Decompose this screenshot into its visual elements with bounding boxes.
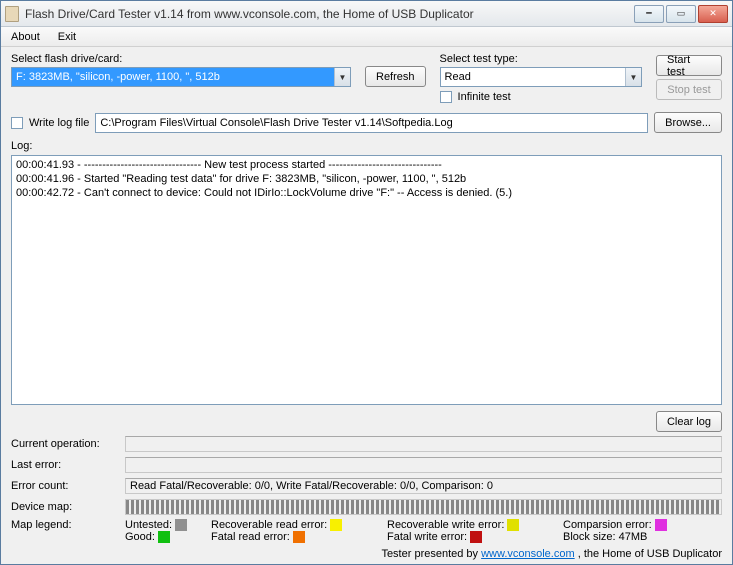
swatch-rec-read <box>330 519 342 531</box>
legend-label: Map legend: <box>11 519 121 531</box>
swatch-untested <box>175 519 187 531</box>
swatch-comparison <box>655 519 667 531</box>
drive-select-dropdown[interactable]: F: 3823MB, "silicon, -power, 1100, ", 51… <box>11 67 351 87</box>
stop-test-button: Stop test <box>656 79 722 100</box>
log-path-input[interactable]: C:\Program Files\Virtual Console\Flash D… <box>95 113 648 133</box>
chevron-down-icon: ▼ <box>625 68 641 86</box>
current-op-label: Current operation: <box>11 438 121 450</box>
drive-selected-value: F: 3823MB, "silicon, -power, 1100, ", 51… <box>12 68 334 86</box>
infinite-test-checkbox[interactable] <box>440 91 452 103</box>
test-type-value: Read <box>441 68 625 86</box>
swatch-fatal-write <box>470 531 482 543</box>
device-map <box>125 499 722 515</box>
maximize-button[interactable]: ▭ <box>666 5 696 23</box>
drive-select-label: Select flash drive/card: <box>11 53 351 65</box>
legend-untested-label: Untested: <box>125 519 172 531</box>
menu-about[interactable]: About <box>7 29 44 45</box>
refresh-button[interactable]: Refresh <box>365 66 426 87</box>
legend-comparison-label: Comparsion error: <box>563 519 652 531</box>
current-op-value <box>125 436 722 452</box>
footer: Tester presented by www.vconsole.com , t… <box>11 546 722 560</box>
legend-blocksize-value: 47MB <box>619 531 648 543</box>
legend-recread-label: Recoverable read error: <box>211 519 327 531</box>
swatch-fatal-read <box>293 531 305 543</box>
browse-button[interactable]: Browse... <box>654 112 722 133</box>
legend-fatalread-label: Fatal read error: <box>211 531 290 543</box>
footer-prefix: Tester presented by <box>381 548 481 560</box>
footer-suffix: , the Home of USB Duplicator <box>575 548 722 560</box>
window-title: Flash Drive/Card Tester v1.14 from www.v… <box>25 7 634 21</box>
close-button[interactable]: ✕ <box>698 5 728 23</box>
device-map-label: Device map: <box>11 501 121 513</box>
legend-good-label: Good: <box>125 531 155 543</box>
test-type-dropdown[interactable]: Read ▼ <box>440 67 642 87</box>
log-output[interactable]: 00:00:41.93 - --------------------------… <box>11 155 722 405</box>
error-count-value: Read Fatal/Recoverable: 0/0, Write Fatal… <box>125 478 722 494</box>
last-error-value <box>125 457 722 473</box>
menubar: About Exit <box>1 27 732 47</box>
footer-link[interactable]: www.vconsole.com <box>481 548 575 560</box>
write-log-checkbox[interactable] <box>11 117 23 129</box>
error-count-label: Error count: <box>11 480 121 492</box>
infinite-test-label: Infinite test <box>458 91 511 103</box>
titlebar[interactable]: Flash Drive/Card Tester v1.14 from www.v… <box>1 1 732 27</box>
legend-recwrite-label: Recoverable write error: <box>387 519 504 531</box>
write-log-label: Write log file <box>29 117 89 129</box>
legend-blocksize-label: Block size: <box>563 531 616 543</box>
minimize-button[interactable]: ━ <box>634 5 664 23</box>
swatch-rec-write <box>507 519 519 531</box>
swatch-good <box>158 531 170 543</box>
last-error-label: Last error: <box>11 459 121 471</box>
start-test-button[interactable]: Start test <box>656 55 722 76</box>
test-type-label: Select test type: <box>440 53 642 65</box>
menu-exit[interactable]: Exit <box>54 29 80 45</box>
app-icon <box>5 6 19 22</box>
clear-log-button[interactable]: Clear log <box>656 411 722 432</box>
chevron-down-icon: ▼ <box>334 68 350 86</box>
log-label: Log: <box>11 140 722 152</box>
app-window: Flash Drive/Card Tester v1.14 from www.v… <box>0 0 733 565</box>
legend-fatalwrite-label: Fatal write error: <box>387 531 467 543</box>
